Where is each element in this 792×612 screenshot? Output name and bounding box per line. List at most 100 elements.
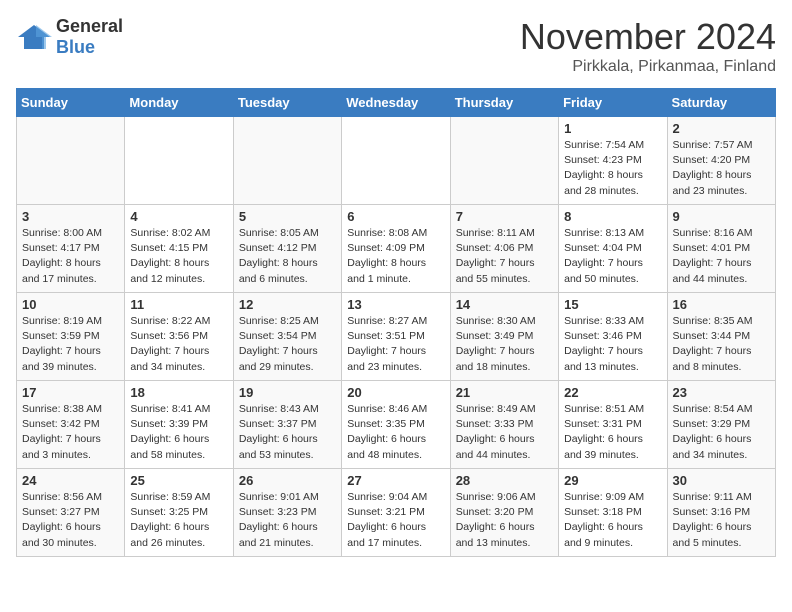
day-info: Sunrise: 8:11 AM Sunset: 4:06 PM Dayligh… <box>456 226 553 287</box>
day-info: Sunrise: 9:09 AM Sunset: 3:18 PM Dayligh… <box>564 490 661 551</box>
day-info: Sunrise: 8:00 AM Sunset: 4:17 PM Dayligh… <box>22 226 119 287</box>
day-info: Sunrise: 8:27 AM Sunset: 3:51 PM Dayligh… <box>347 314 444 375</box>
day-info: Sunrise: 8:54 AM Sunset: 3:29 PM Dayligh… <box>673 402 770 463</box>
calendar-cell <box>342 117 450 205</box>
day-number: 8 <box>564 209 661 224</box>
day-number: 13 <box>347 297 444 312</box>
day-info: Sunrise: 9:11 AM Sunset: 3:16 PM Dayligh… <box>673 490 770 551</box>
calendar-table: Sunday Monday Tuesday Wednesday Thursday… <box>16 88 776 557</box>
day-number: 28 <box>456 473 553 488</box>
calendar-cell: 19Sunrise: 8:43 AM Sunset: 3:37 PM Dayli… <box>233 381 341 469</box>
calendar-cell: 9 Sunrise: 8:16 AM Sunset: 4:01 PM Daylig… <box>667 205 775 293</box>
calendar-cell: 14Sunrise: 8:30 AM Sunset: 3:49 PM Dayli… <box>450 293 558 381</box>
logo: General Blue <box>16 16 123 58</box>
day-info: Sunrise: 7:54 AM Sunset: 4:23 PM Dayligh… <box>564 138 661 199</box>
day-number: 27 <box>347 473 444 488</box>
day-number: 25 <box>130 473 227 488</box>
day-info: Sunrise: 7:57 AM Sunset: 4:20 PM Dayligh… <box>673 138 770 199</box>
day-info: Sunrise: 8:35 AM Sunset: 3:44 PM Dayligh… <box>673 314 770 375</box>
day-info: Sunrise: 8:43 AM Sunset: 3:37 PM Dayligh… <box>239 402 336 463</box>
title-area: November 2024 Pirkkala, Pirkanmaa, Finla… <box>520 16 776 76</box>
day-info: Sunrise: 9:01 AM Sunset: 3:23 PM Dayligh… <box>239 490 336 551</box>
day-number: 22 <box>564 385 661 400</box>
calendar-cell: 17Sunrise: 8:38 AM Sunset: 3:42 PM Dayli… <box>17 381 125 469</box>
calendar-cell: 13 Sunrise: 8:27 AM Sunset: 3:51 PM Dayli… <box>342 293 450 381</box>
day-info: Sunrise: 8:30 AM Sunset: 3:49 PM Dayligh… <box>456 314 553 375</box>
day-info: Sunrise: 8:25 AM Sunset: 3:54 PM Dayligh… <box>239 314 336 375</box>
day-number: 16 <box>673 297 770 312</box>
calendar-week-3: 10 Sunrise: 8:19 AM Sunset: 3:59 PM Dayli… <box>17 293 776 381</box>
location-title: Pirkkala, Pirkanmaa, Finland <box>520 58 776 76</box>
calendar-cell: 3 Sunrise: 8:00 AM Sunset: 4:17 PM Daylig… <box>17 205 125 293</box>
calendar-cell: 26 Sunrise: 9:01 AM Sunset: 3:23 PM Dayli… <box>233 469 341 557</box>
calendar-cell: 5Sunrise: 8:05 AM Sunset: 4:12 PM Daylig… <box>233 205 341 293</box>
calendar-cell: 29 Sunrise: 9:09 AM Sunset: 3:18 PM Dayli… <box>559 469 667 557</box>
calendar-cell <box>450 117 558 205</box>
calendar-cell <box>125 117 233 205</box>
calendar-cell: 10 Sunrise: 8:19 AM Sunset: 3:59 PM Dayli… <box>17 293 125 381</box>
day-number: 23 <box>673 385 770 400</box>
calendar-cell: 27 Sunrise: 9:04 AM Sunset: 3:21 PM Dayli… <box>342 469 450 557</box>
header-friday: Friday <box>559 89 667 117</box>
day-info: Sunrise: 9:04 AM Sunset: 3:21 PM Dayligh… <box>347 490 444 551</box>
day-number: 26 <box>239 473 336 488</box>
header-sunday: Sunday <box>17 89 125 117</box>
day-info: Sunrise: 8:19 AM Sunset: 3:59 PM Dayligh… <box>22 314 119 375</box>
calendar-cell: 24Sunrise: 8:56 AM Sunset: 3:27 PM Dayli… <box>17 469 125 557</box>
calendar-cell: 30 Sunrise: 9:11 AM Sunset: 3:16 PM Dayli… <box>667 469 775 557</box>
header-saturday: Saturday <box>667 89 775 117</box>
day-number: 20 <box>347 385 444 400</box>
calendar-cell: 23 Sunrise: 8:54 AM Sunset: 3:29 PM Dayli… <box>667 381 775 469</box>
calendar-cell: 15 Sunrise: 8:33 AM Sunset: 3:46 PM Dayli… <box>559 293 667 381</box>
header-tuesday: Tuesday <box>233 89 341 117</box>
day-info: Sunrise: 9:06 AM Sunset: 3:20 PM Dayligh… <box>456 490 553 551</box>
calendar-cell <box>17 117 125 205</box>
day-number: 11 <box>130 297 227 312</box>
logo-general: General <box>56 16 123 36</box>
calendar-cell: 12Sunrise: 8:25 AM Sunset: 3:54 PM Dayli… <box>233 293 341 381</box>
header-wednesday: Wednesday <box>342 89 450 117</box>
calendar-cell: 21 Sunrise: 8:49 AM Sunset: 3:33 PM Dayli… <box>450 381 558 469</box>
calendar-cell: 7 Sunrise: 8:11 AM Sunset: 4:06 PM Daylig… <box>450 205 558 293</box>
day-number: 10 <box>22 297 119 312</box>
day-number: 3 <box>22 209 119 224</box>
day-number: 21 <box>456 385 553 400</box>
calendar-cell: 18Sunrise: 8:41 AM Sunset: 3:39 PM Dayli… <box>125 381 233 469</box>
calendar-cell <box>233 117 341 205</box>
calendar-cell: 1 Sunrise: 7:54 AM Sunset: 4:23 PM Daylig… <box>559 117 667 205</box>
day-number: 2 <box>673 121 770 136</box>
calendar-cell: 20 Sunrise: 8:46 AM Sunset: 3:35 PM Dayli… <box>342 381 450 469</box>
calendar-cell: 22 Sunrise: 8:51 AM Sunset: 3:31 PM Dayli… <box>559 381 667 469</box>
header-thursday: Thursday <box>450 89 558 117</box>
day-info: Sunrise: 8:02 AM Sunset: 4:15 PM Dayligh… <box>130 226 227 287</box>
calendar-week-1: 1 Sunrise: 7:54 AM Sunset: 4:23 PM Daylig… <box>17 117 776 205</box>
day-info: Sunrise: 8:46 AM Sunset: 3:35 PM Dayligh… <box>347 402 444 463</box>
day-info: Sunrise: 8:05 AM Sunset: 4:12 PM Dayligh… <box>239 226 336 287</box>
logo-text: General Blue <box>56 16 123 58</box>
page-header: General Blue November 2024 Pirkkala, Pir… <box>16 16 776 76</box>
day-number: 7 <box>456 209 553 224</box>
day-info: Sunrise: 8:41 AM Sunset: 3:39 PM Dayligh… <box>130 402 227 463</box>
day-info: Sunrise: 8:51 AM Sunset: 3:31 PM Dayligh… <box>564 402 661 463</box>
day-number: 15 <box>564 297 661 312</box>
day-number: 1 <box>564 121 661 136</box>
calendar-cell: 25 Sunrise: 8:59 AM Sunset: 3:25 PM Dayli… <box>125 469 233 557</box>
header-monday: Monday <box>125 89 233 117</box>
day-info: Sunrise: 8:16 AM Sunset: 4:01 PM Dayligh… <box>673 226 770 287</box>
calendar-cell: 28 Sunrise: 9:06 AM Sunset: 3:20 PM Dayli… <box>450 469 558 557</box>
calendar-week-4: 17Sunrise: 8:38 AM Sunset: 3:42 PM Dayli… <box>17 381 776 469</box>
calendar-cell: 4 Sunrise: 8:02 AM Sunset: 4:15 PM Daylig… <box>125 205 233 293</box>
month-title: November 2024 <box>520 16 776 58</box>
calendar-cell: 2 Sunrise: 7:57 AM Sunset: 4:20 PM Daylig… <box>667 117 775 205</box>
logo-icon <box>16 23 52 51</box>
day-number: 4 <box>130 209 227 224</box>
day-number: 29 <box>564 473 661 488</box>
day-number: 30 <box>673 473 770 488</box>
day-info: Sunrise: 8:33 AM Sunset: 3:46 PM Dayligh… <box>564 314 661 375</box>
day-number: 9 <box>673 209 770 224</box>
day-info: Sunrise: 8:59 AM Sunset: 3:25 PM Dayligh… <box>130 490 227 551</box>
weekday-header-row: Sunday Monday Tuesday Wednesday Thursday… <box>17 89 776 117</box>
day-number: 6 <box>347 209 444 224</box>
day-info: Sunrise: 8:49 AM Sunset: 3:33 PM Dayligh… <box>456 402 553 463</box>
day-info: Sunrise: 8:13 AM Sunset: 4:04 PM Dayligh… <box>564 226 661 287</box>
